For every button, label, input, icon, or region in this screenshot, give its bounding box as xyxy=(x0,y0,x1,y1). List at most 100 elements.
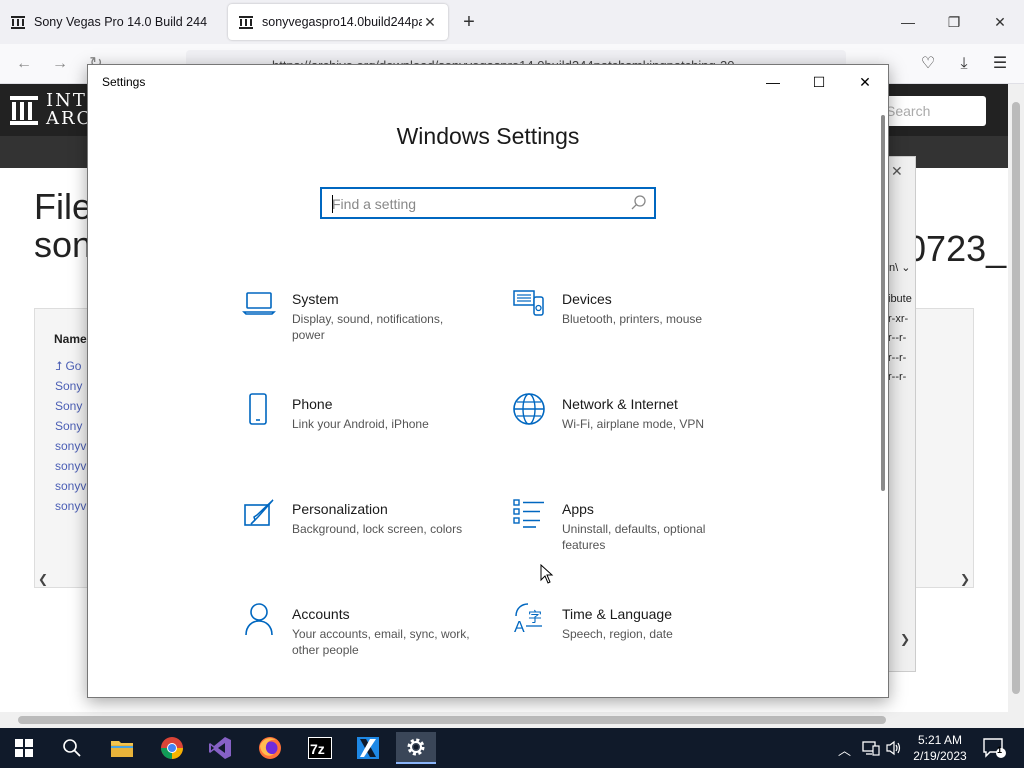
devices-icon xyxy=(513,290,544,316)
tile-description: Uninstall, defaults, optional features xyxy=(562,522,706,552)
taskbar-settings[interactable] xyxy=(396,732,436,764)
list-item[interactable]: Sony xyxy=(55,376,86,396)
list-item[interactable]: sonyv xyxy=(55,476,86,496)
taskbar-chrome[interactable] xyxy=(152,732,192,764)
close-window-icon[interactable]: ✕ xyxy=(988,10,1012,34)
horizontal-scrollbar[interactable] xyxy=(0,712,1024,728)
show-hidden-icons-chevron[interactable]: ︿ xyxy=(838,740,854,768)
browser-tab-sony-vegas[interactable]: Sony Vegas Pro 14.0 Build 244 - xyxy=(0,4,220,40)
forward-icon[interactable]: → xyxy=(48,52,72,76)
list-item[interactable]: ⮥ Go xyxy=(55,356,86,376)
minimize-icon[interactable]: — xyxy=(896,10,920,34)
taskbar-firefox[interactable] xyxy=(250,732,290,764)
scroll-right-icon[interactable]: ❯ xyxy=(960,572,970,586)
svg-text:字: 字 xyxy=(528,610,542,626)
time-language-icon: A字 xyxy=(514,603,542,636)
tile-title: Personalization xyxy=(292,501,388,517)
scroll-right-icon[interactable]: ❯ xyxy=(900,632,910,646)
visual-studio-icon xyxy=(209,737,231,759)
archive-favicon-icon xyxy=(239,16,253,29)
phone-icon xyxy=(249,393,267,425)
settings-scrollbar[interactable] xyxy=(881,115,885,491)
volume-icon[interactable] xyxy=(886,740,902,756)
column-header-name[interactable]: Name xyxy=(54,332,87,346)
tile-personalization[interactable]: Personalization Background, lock screen,… xyxy=(242,497,502,587)
mouse-pointer-icon xyxy=(540,564,554,584)
settings-titlebar[interactable]: Settings — ☐ ✕ xyxy=(88,65,888,99)
archive-favicon-icon xyxy=(11,16,25,29)
list-item[interactable]: sonyv xyxy=(55,456,86,476)
taskbar-7zip[interactable]: 7z xyxy=(300,732,340,764)
tile-description: Wi-Fi, airplane mode, VPN xyxy=(562,417,705,431)
pocket-icon[interactable]: ♡ xyxy=(916,52,940,76)
new-tab-button[interactable]: + xyxy=(458,12,480,34)
attribute-column: ibute r-xr- r--r- r--r- r--r- xyxy=(888,293,912,383)
list-item[interactable]: Sony xyxy=(55,396,86,416)
svg-text:A: A xyxy=(514,619,525,636)
taskbar-app[interactable] xyxy=(348,732,388,764)
download-icon[interactable]: ⤓ xyxy=(952,52,976,76)
laptop-icon xyxy=(242,292,276,315)
search-input[interactable] xyxy=(332,194,622,214)
tile-title: Apps xyxy=(562,501,594,517)
network-icon[interactable] xyxy=(862,740,880,756)
tile-network[interactable]: Network & Internet Wi-Fi, airplane mode,… xyxy=(512,392,772,482)
tile-title: Devices xyxy=(562,291,612,307)
taskbar: 7z ︿ 5:21 AM 2/19/2023 1 xyxy=(0,728,1024,768)
tile-devices[interactable]: Devices Bluetooth, printers, mouse xyxy=(512,287,772,377)
close-tab-icon[interactable]: ✕ xyxy=(422,14,438,30)
7zip-icon: 7z xyxy=(308,737,332,759)
start-button[interactable] xyxy=(4,732,44,764)
apps-list-icon xyxy=(513,499,544,528)
taskbar-clock[interactable]: 5:21 AM 2/19/2023 xyxy=(910,732,970,764)
text-caret xyxy=(332,195,333,213)
tile-system[interactable]: System Display, sound, notifications, po… xyxy=(242,287,502,377)
tile-title: Accounts xyxy=(292,606,350,622)
settings-search-box[interactable] xyxy=(320,187,656,219)
taskbar-visual-studio[interactable] xyxy=(200,732,240,764)
file-explorer-icon xyxy=(111,741,133,757)
archive-file-list: ⮥ Go Sony Sony Sony sonyv sonyv sonyv so… xyxy=(55,356,86,516)
notification-icon xyxy=(983,738,1006,758)
dropdown-value[interactable]: n\ ⌄ xyxy=(889,261,910,274)
maximize-icon[interactable]: ☐ xyxy=(804,69,834,95)
vertical-scrollbar[interactable] xyxy=(1008,84,1024,712)
back-icon[interactable]: ← xyxy=(12,52,36,76)
person-icon xyxy=(245,603,273,636)
taskbar-file-explorer[interactable] xyxy=(102,732,142,764)
tile-description: Link your Android, iPhone xyxy=(292,417,429,431)
tile-title: Time & Language xyxy=(562,606,672,622)
search-icon xyxy=(631,195,646,210)
close-icon[interactable]: ✕ xyxy=(850,69,880,95)
tab-title: Sony Vegas Pro 14.0 Build 244 - xyxy=(34,15,210,29)
action-center-button[interactable]: 1 xyxy=(982,736,1006,760)
archive-search-input[interactable]: Search xyxy=(878,96,986,126)
app-icon xyxy=(357,737,379,759)
menu-icon[interactable]: ☰ xyxy=(988,52,1012,76)
restore-icon[interactable]: ❐ xyxy=(942,10,966,34)
browser-tab-archive[interactable]: sonyvegaspro14.0build244patc ✕ xyxy=(228,4,448,40)
list-item[interactable]: sonyv xyxy=(55,496,86,516)
minimize-icon[interactable]: — xyxy=(758,69,788,95)
notification-badge: 1 xyxy=(997,745,1003,755)
globe-icon xyxy=(513,393,545,425)
taskbar-search-button[interactable] xyxy=(52,732,92,764)
close-icon[interactable]: ✕ xyxy=(891,163,903,180)
list-item[interactable]: Sony xyxy=(55,416,86,436)
tile-description: Background, lock screen, colors xyxy=(292,522,463,536)
tab-title: sonyvegaspro14.0build244patc xyxy=(262,15,422,29)
tile-title: System xyxy=(292,291,339,307)
chrome-icon xyxy=(161,737,183,759)
tile-time-language[interactable]: A字 Time & Language Speech, region, date xyxy=(512,602,772,692)
tile-phone[interactable]: Phone Link your Android, iPhone xyxy=(242,392,502,482)
background-dialog: ✕ n\ ⌄ xyxy=(888,156,916,672)
tile-description: Bluetooth, printers, mouse xyxy=(562,312,703,326)
tile-description: Speech, region, date xyxy=(562,627,673,641)
tile-description: Your accounts, email, sync, work, other … xyxy=(292,627,470,657)
svg-text:7z: 7z xyxy=(310,741,325,757)
tile-accounts[interactable]: Accounts Your accounts, email, sync, wor… xyxy=(242,602,502,692)
tile-title: Phone xyxy=(292,396,333,412)
list-item[interactable]: sonyv xyxy=(55,436,86,456)
scroll-left-icon[interactable]: ❮ xyxy=(38,572,48,586)
chevron-down-icon: ⌄ xyxy=(901,262,911,274)
